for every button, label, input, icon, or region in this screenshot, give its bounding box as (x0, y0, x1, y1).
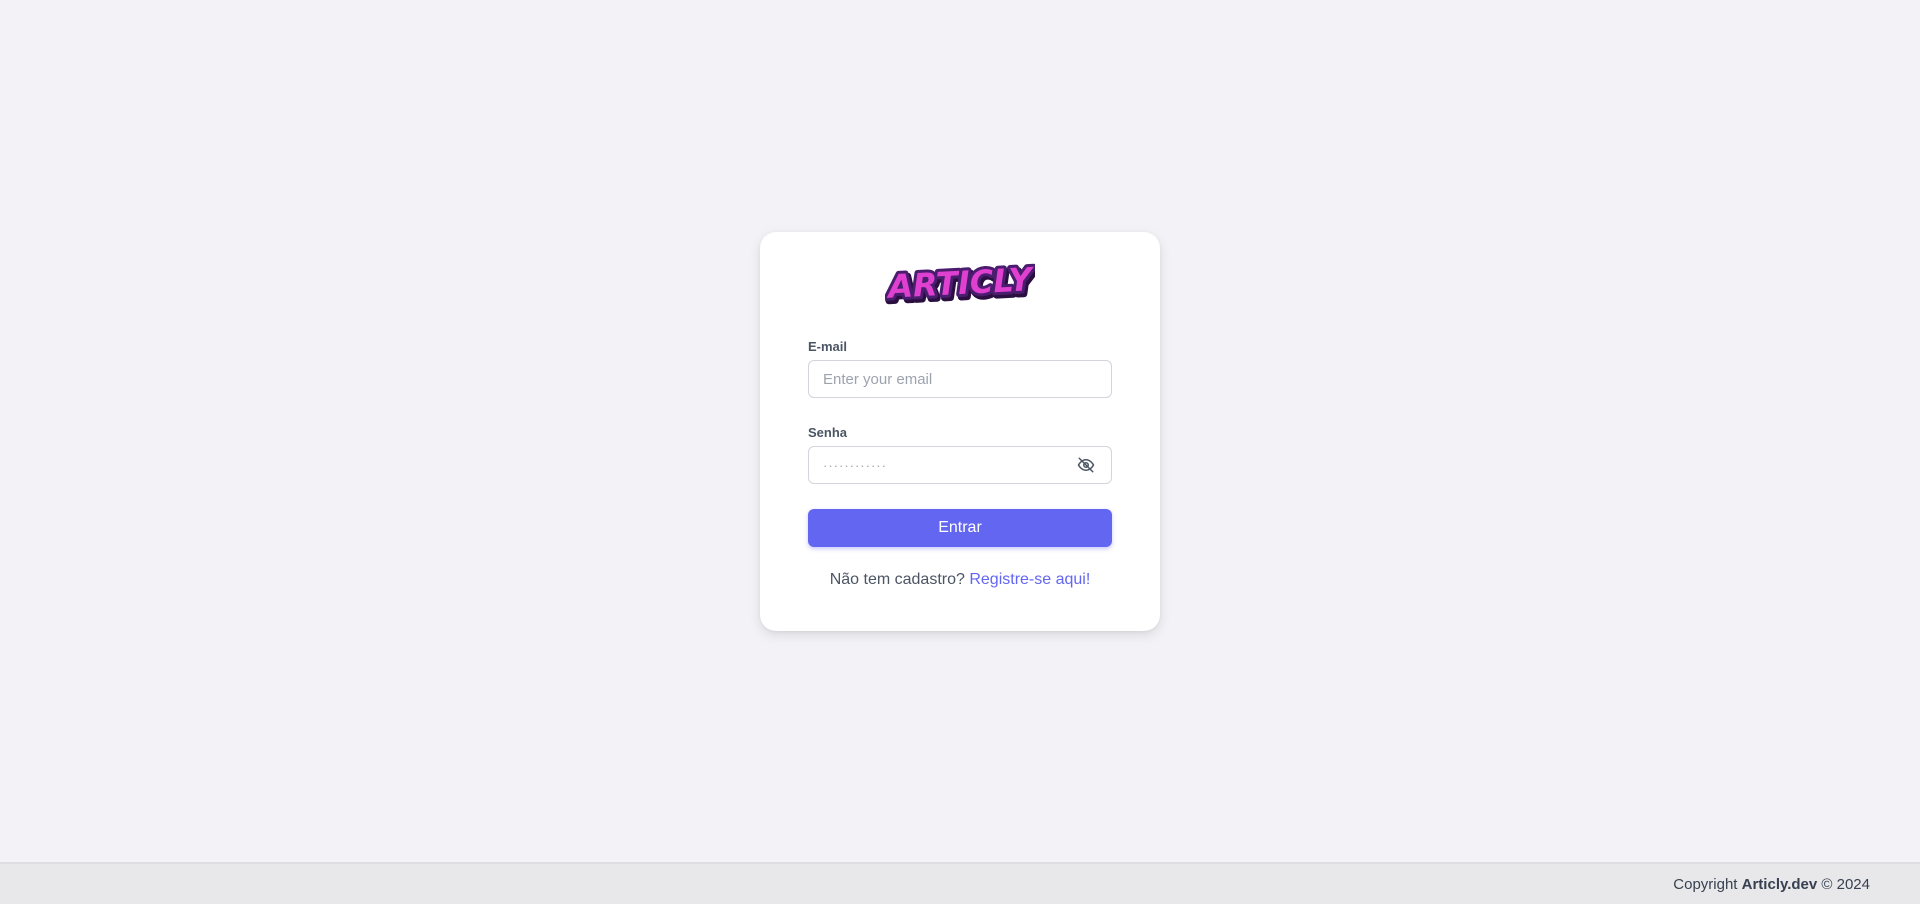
password-label: Senha (808, 425, 848, 440)
footer: Copyright Articly.dev © 2024 (0, 862, 1920, 904)
login-card: ARTICLY ARTICLY ARTICLY E-mail Senha Ent… (760, 232, 1160, 631)
email-input[interactable] (808, 360, 1112, 398)
eye-off-icon[interactable] (1076, 455, 1096, 475)
register-prompt: Não tem cadastro? (829, 571, 965, 588)
copyright-text: Copyright Articly.dev © 2024 (1673, 876, 1870, 893)
login-button[interactable]: Entrar (808, 509, 1112, 547)
register-line: Não tem cadastro? Registre-se aqui! (760, 571, 1160, 589)
login-page: ARTICLY ARTICLY ARTICLY E-mail Senha Ent… (0, 0, 1920, 904)
password-input[interactable] (808, 446, 1112, 484)
svg-text:ARTICLY: ARTICLY (885, 260, 1035, 306)
copyright-prefix: Copyright (1673, 876, 1738, 893)
logo: ARTICLY ARTICLY ARTICLY (760, 260, 1160, 306)
email-label: E-mail (808, 339, 848, 354)
articly-logo-icon: ARTICLY ARTICLY ARTICLY (885, 260, 1035, 306)
register-link[interactable]: Registre-se aqui! (969, 571, 1090, 588)
copyright-site: Articly.dev (1741, 876, 1818, 893)
copyright-suffix: © 2024 (1821, 876, 1870, 893)
